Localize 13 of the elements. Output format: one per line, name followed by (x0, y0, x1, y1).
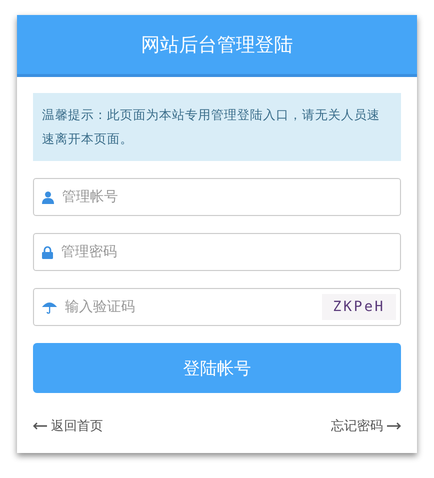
user-icon (42, 190, 54, 204)
input-field[interactable]: 输入验证码 ZKPeH (33, 288, 401, 326)
nav-link[interactable]: 忘记密码 (331, 417, 401, 435)
notice-message: 温馨提示：此页面为本站专用管理登陆入口，请无关人员速速离开本页面。 (33, 93, 401, 161)
umbrella-icon (42, 300, 57, 314)
captcha-image[interactable]: ZKPeH (322, 294, 396, 320)
left-arrow-icon (33, 422, 47, 430)
right-arrow-icon (387, 422, 401, 430)
lock-icon (42, 246, 53, 258)
input-field[interactable]: 管理密码 (33, 233, 401, 271)
page-title: 网站后台管理登陆 (141, 32, 293, 58)
input-field[interactable]: 管理帐号 (33, 178, 401, 216)
nav-link[interactable]: 返回首页 (33, 417, 103, 435)
